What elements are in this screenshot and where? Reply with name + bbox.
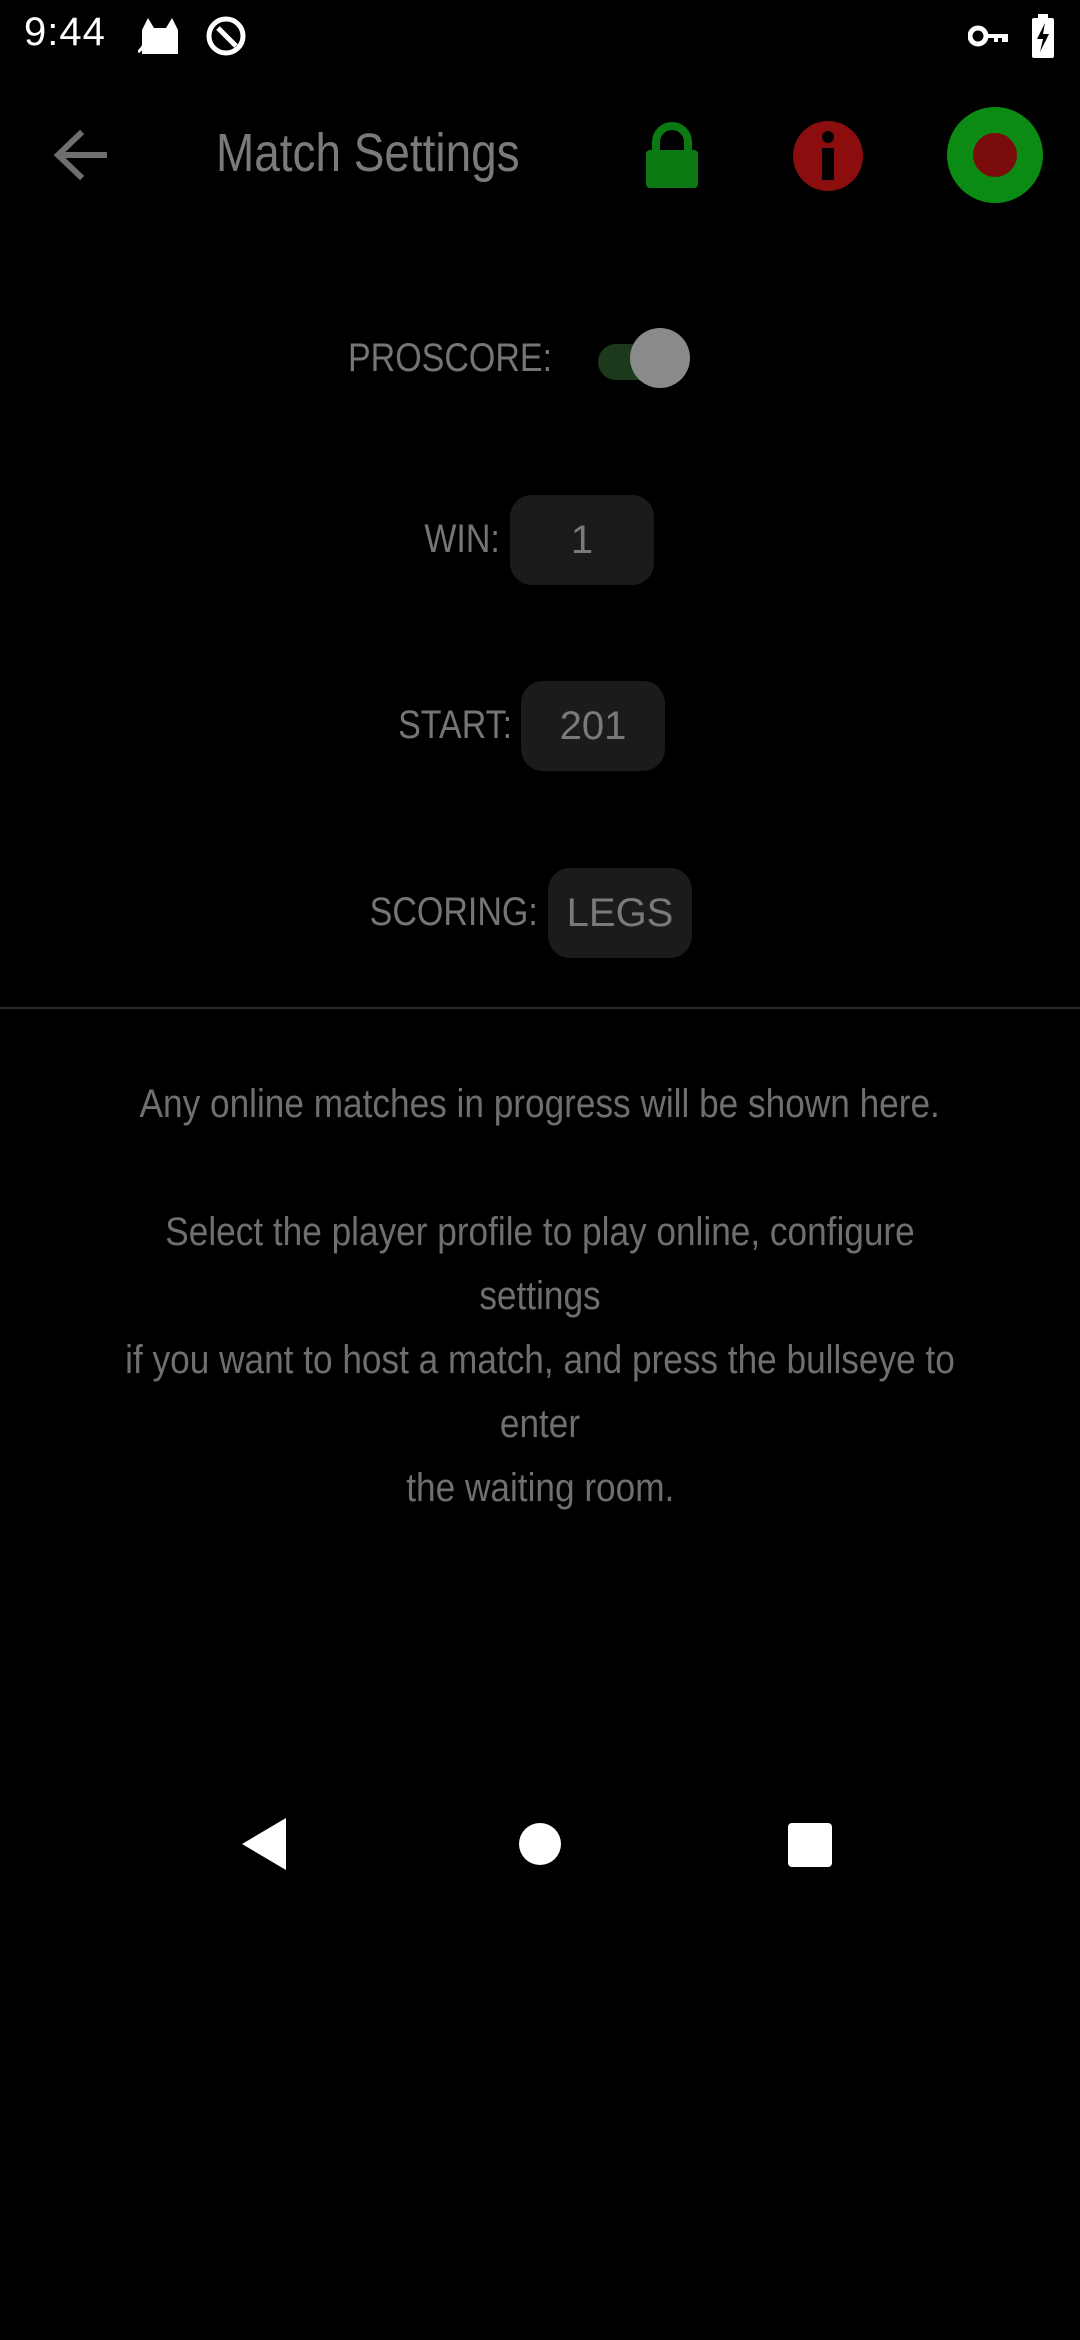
online-matches-text: Any online matches in progress will be s… [139,1082,941,1126]
lock-icon [646,122,698,188]
bullseye-button[interactable] [947,107,1043,203]
scoring-row: SCORING: LEGS [0,868,1080,958]
scoring-value-box[interactable]: LEGS [548,868,692,958]
win-label: WIN: [424,517,500,561]
win-row: WIN: 1 [0,495,1080,585]
square-recents-icon [788,1823,832,1867]
proscore-row: PROSCORE: [0,326,1080,416]
scoring-label: SCORING: [369,890,538,934]
system-nav-bar [0,1800,1080,1900]
app-bar: Match Settings [0,90,1080,220]
toggle-thumb [630,328,690,388]
instructions-line-2: if you want to host a match, and press t… [125,1338,955,1446]
start-label: START: [398,703,512,747]
nav-home-button[interactable] [518,1822,562,1871]
start-value-box[interactable]: 201 [521,681,665,771]
bullseye-icon [947,107,1043,203]
status-bar: 9:44 [0,0,1080,72]
lock-button[interactable] [640,122,704,190]
page-title: Match Settings [216,123,520,183]
nav-back-button[interactable] [240,1816,288,1877]
info-button[interactable] [792,120,864,192]
arrow-left-icon [53,129,107,181]
online-matches-note: Any online matches in progress will be s… [40,1072,1040,1136]
divider [0,1007,1080,1009]
instructions-note: Select the player profile to play online… [40,1200,1040,1520]
cat-icon [138,18,178,54]
proscore-toggle[interactable] [594,326,694,390]
circle-home-icon [519,1823,561,1865]
win-value-box[interactable]: 1 [510,495,654,585]
start-row: START: 201 [0,681,1080,771]
battery-charging-icon [1032,14,1054,58]
status-time: 9:44 [24,10,106,54]
triangle-back-icon [242,1818,286,1870]
instructions-line-3: the waiting room. [405,1466,675,1510]
nav-recents-button[interactable] [787,1822,833,1873]
instructions-line-1: Select the player profile to play online… [165,1210,915,1318]
proscore-label: PROSCORE: [347,336,552,380]
key-icon [968,25,1008,47]
q-circle-icon [206,16,246,56]
info-icon [793,121,863,191]
back-button[interactable] [44,120,124,190]
